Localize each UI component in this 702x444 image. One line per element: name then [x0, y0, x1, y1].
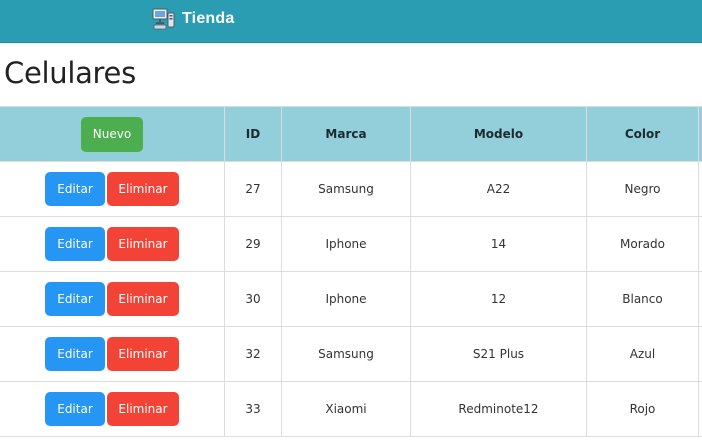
computer-store-icon	[152, 8, 175, 30]
cell-marca: Samsung	[281, 161, 411, 217]
delete-button[interactable]: Eliminar	[107, 227, 179, 261]
table-row: Editar Eliminar 33 Xiaomi Redminote12 Roj…	[0, 381, 702, 437]
cell-marca: Xiaomi	[281, 381, 411, 437]
cell-modelo: A22	[410, 161, 587, 217]
new-button[interactable]: Nuevo	[81, 116, 143, 152]
edit-button[interactable]: Editar	[45, 172, 105, 206]
row-actions: Editar Eliminar	[0, 326, 225, 382]
cell-color: Negro	[586, 161, 699, 217]
edit-button[interactable]: Editar	[45, 337, 105, 371]
navbar: Tienda	[0, 0, 702, 43]
edit-button[interactable]: Editar	[45, 282, 105, 316]
phones-table: Nuevo ID Marca Modelo Color Editar Elimin…	[0, 106, 702, 437]
row-actions: Editar Eliminar	[0, 381, 225, 437]
cell-marca: Iphone	[281, 216, 411, 272]
table-header-row: Nuevo ID Marca Modelo Color	[0, 106, 702, 162]
cell-color: Blanco	[586, 271, 699, 327]
column-header-marca: Marca	[281, 106, 411, 162]
column-header-extra	[698, 106, 702, 162]
navbar-brand[interactable]: Tienda	[152, 6, 234, 32]
cell-marca: Samsung	[281, 326, 411, 382]
cell-marca: Iphone	[281, 271, 411, 327]
row-actions: Editar Eliminar	[0, 271, 225, 327]
cell-color: Rojo	[586, 381, 699, 437]
table-row: Editar Eliminar 27 Samsung A22 Negro	[0, 161, 702, 217]
cell-modelo: 14	[410, 216, 587, 272]
delete-button[interactable]: Eliminar	[107, 337, 179, 371]
edit-button[interactable]: Editar	[45, 227, 105, 261]
table-row: Editar Eliminar 29 Iphone 14 Morado	[0, 216, 702, 272]
cell-extra	[698, 216, 702, 272]
brand-name: Tienda	[182, 10, 235, 27]
cell-id: 32	[224, 326, 282, 382]
cell-modelo: S21 Plus	[410, 326, 587, 382]
cell-extra	[698, 326, 702, 382]
table-row: Editar Eliminar 30 Iphone 12 Blanco	[0, 271, 702, 327]
edit-button[interactable]: Editar	[45, 392, 105, 426]
table-row: Editar Eliminar 32 Samsung S21 Plus Azul	[0, 326, 702, 382]
cell-color: Azul	[586, 326, 699, 382]
cell-extra	[698, 161, 702, 217]
row-actions: Editar Eliminar	[0, 216, 225, 272]
delete-button[interactable]: Eliminar	[107, 282, 179, 316]
delete-button[interactable]: Eliminar	[107, 172, 179, 206]
cell-extra	[698, 381, 702, 437]
cell-id: 29	[224, 216, 282, 272]
column-header-modelo: Modelo	[410, 106, 587, 162]
cell-id: 33	[224, 381, 282, 437]
cell-extra	[698, 271, 702, 327]
cell-color: Morado	[586, 216, 699, 272]
cell-modelo: Redminote12	[410, 381, 587, 437]
cell-id: 27	[224, 161, 282, 217]
delete-button[interactable]: Eliminar	[107, 392, 179, 426]
page-title: Celulares	[4, 56, 136, 90]
cell-modelo: 12	[410, 271, 587, 327]
column-header-color: Color	[586, 106, 699, 162]
row-actions: Editar Eliminar	[0, 161, 225, 217]
column-header-id: ID	[224, 106, 282, 162]
cell-id: 30	[224, 271, 282, 327]
actions-header: Nuevo	[0, 106, 225, 162]
